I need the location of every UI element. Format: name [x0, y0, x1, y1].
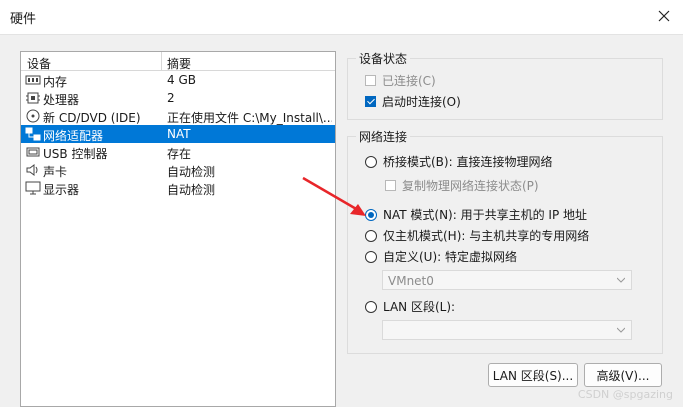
device-summary: 正在使用文件 C:\My_Install\... — [167, 111, 332, 125]
host-only-label: 仅主机模式(H): 与主机共享的专用网络 — [383, 229, 590, 243]
bridged-radio[interactable] — [365, 155, 377, 168]
close-button[interactable] — [651, 4, 677, 28]
device-row-display[interactable]: 显示器 自动检测 — [21, 179, 335, 197]
lan-segment-label: LAN 区段(L): — [383, 300, 456, 314]
host-only-radio[interactable] — [365, 229, 377, 242]
advanced-button[interactable]: 高级(V)... — [584, 363, 662, 387]
annotation-arrow — [302, 176, 366, 216]
connect-at-power-on-row[interactable]: 启动时连接(O) — [365, 93, 461, 110]
list-header: 设备 摘要 — [21, 52, 335, 71]
group-title: 设备状态 — [356, 50, 411, 67]
device-summary: 4 GB — [167, 73, 196, 87]
network-connection-group: 网络连接 桥接模式(B): 直接连接物理网络 复制物理网络连接状态(P) NAT… — [347, 128, 663, 354]
device-row-usb[interactable]: USB 控制器 存在 — [21, 143, 335, 161]
replicate-state-checkbox[interactable] — [385, 180, 396, 191]
replicate-state-label: 复制物理网络连接状态(P) — [402, 179, 539, 193]
device-row-cd-dvd[interactable]: 新 CD/DVD (IDE) 正在使用文件 C:\My_Install\... — [21, 107, 335, 125]
memory-icon — [25, 75, 41, 85]
device-name: 处理器 — [43, 93, 80, 107]
window-title: 硬件 — [10, 12, 37, 27]
device-row-processor[interactable]: 处理器 2 — [21, 89, 335, 107]
custom-label: 自定义(U): 特定虚拟网络 — [383, 250, 518, 264]
display-icon — [25, 181, 41, 195]
lan-segment-option[interactable]: LAN 区段(L): — [365, 298, 455, 315]
connected-label: 已连接(C) — [382, 74, 436, 88]
device-summary: 存在 — [167, 147, 192, 161]
device-row-sound[interactable]: 声卡 自动检测 — [21, 161, 335, 179]
processor-icon — [26, 92, 40, 104]
custom-network-select[interactable]: VMnet0 — [382, 270, 632, 290]
chevron-down-icon — [617, 277, 625, 283]
lan-segment-radio[interactable] — [365, 300, 377, 313]
custom-network-value: VMnet0 — [388, 274, 434, 288]
nat-label: NAT 模式(N): 用于共享主机的 IP 地址 — [383, 208, 588, 222]
watermark: CSDN @spgazing — [577, 388, 673, 401]
custom-radio[interactable] — [365, 250, 377, 263]
connected-checkbox-row[interactable]: 已连接(C) — [365, 72, 436, 89]
device-name: 新 CD/DVD (IDE) — [43, 111, 141, 125]
usb-icon — [26, 147, 40, 157]
title-bar: 硬件 — [0, 0, 683, 35]
column-header-device[interactable]: 设备 — [27, 55, 51, 72]
connect-at-power-on-label: 启动时连接(O) — [382, 95, 461, 109]
device-name: USB 控制器 — [43, 147, 108, 161]
chevron-down-icon — [617, 327, 625, 333]
sound-icon — [26, 164, 38, 176]
device-name: 声卡 — [43, 165, 68, 179]
replicate-state-row[interactable]: 复制物理网络连接状态(P) — [385, 177, 539, 194]
cd-dvd-icon — [26, 109, 40, 123]
device-summary: 2 — [167, 91, 175, 105]
device-row-network-adapter[interactable]: 网络适配器 NAT — [21, 125, 335, 143]
lan-segment-select[interactable] — [382, 320, 632, 340]
device-list[interactable]: 设备 摘要 内存 4 GB 处理器 2 新 CD/DVD (IDE) 正在使用文… — [20, 51, 336, 407]
host-only-option[interactable]: 仅主机模式(H): 与主机共享的专用网络 — [365, 227, 589, 244]
group-title: 网络连接 — [356, 128, 411, 145]
column-header-summary[interactable]: 摘要 — [167, 55, 191, 72]
device-name: 显示器 — [43, 183, 80, 197]
bridged-label: 桥接模式(B): 直接连接物理网络 — [383, 155, 553, 169]
custom-option[interactable]: 自定义(U): 特定虚拟网络 — [365, 248, 517, 265]
lan-segments-button[interactable]: LAN 区段(S)... — [488, 363, 578, 387]
nat-option[interactable]: NAT 模式(N): 用于共享主机的 IP 地址 — [365, 206, 587, 223]
device-name: 网络适配器 — [43, 129, 104, 143]
device-name: 内存 — [43, 75, 68, 89]
connected-checkbox[interactable] — [365, 75, 376, 86]
bridged-option[interactable]: 桥接模式(B): 直接连接物理网络 — [365, 153, 552, 170]
device-row-memory[interactable]: 内存 4 GB — [21, 71, 335, 89]
connect-at-power-on-checkbox[interactable] — [365, 96, 376, 107]
device-summary: NAT — [167, 127, 191, 141]
close-icon — [658, 10, 670, 22]
device-status-group: 设备状态 已连接(C) 启动时连接(O) — [347, 50, 663, 120]
network-adapter-icon — [25, 127, 41, 141]
